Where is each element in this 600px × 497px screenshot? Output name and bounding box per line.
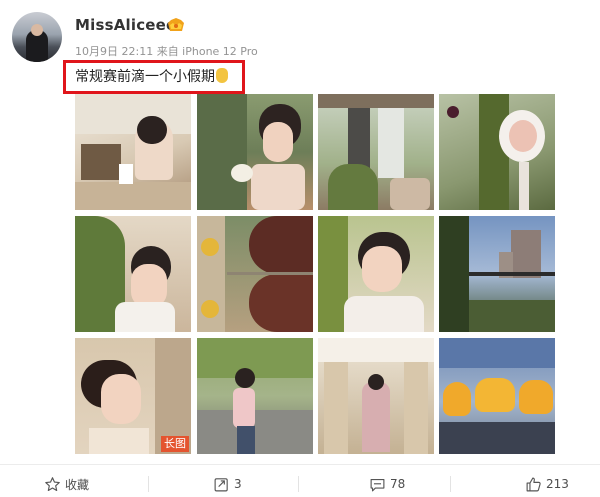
like-button[interactable]: 213 <box>525 474 569 494</box>
victory-hand-emoji-icon <box>216 68 228 83</box>
favorite-label: 收藏 <box>65 477 90 492</box>
photo-9-long-image[interactable]: 长图 <box>75 338 191 454</box>
photo-8[interactable] <box>439 216 555 332</box>
action-separator <box>298 476 299 492</box>
photo-11[interactable] <box>318 338 434 454</box>
photo-6[interactable] <box>197 216 313 332</box>
action-separator <box>148 476 149 492</box>
post-text: 常规赛前滴一个小假期 <box>75 66 228 86</box>
photo-4[interactable] <box>439 94 555 210</box>
favorite-button[interactable]: 收藏 <box>44 474 89 494</box>
avatar[interactable] <box>12 12 62 62</box>
star-icon <box>45 476 60 491</box>
post-meta: 10月9日 22:11 来自 iPhone 12 Pro <box>75 45 258 58</box>
comment-icon <box>370 478 385 491</box>
photo-2[interactable] <box>197 94 313 210</box>
comment-count: 78 <box>390 477 406 491</box>
photo-7[interactable] <box>318 216 434 332</box>
long-image-badge: 长图 <box>161 436 189 452</box>
photo-10[interactable] <box>197 338 313 454</box>
action-bar-divider <box>0 464 600 465</box>
photo-1[interactable] <box>75 94 191 210</box>
repost-icon <box>214 477 228 491</box>
image-grid: 长图 <box>75 94 557 456</box>
comment-button[interactable]: 78 <box>369 474 405 494</box>
photo-3[interactable] <box>318 94 434 210</box>
like-count: 213 <box>546 477 569 491</box>
username[interactable]: MissAliceee <box>75 16 176 34</box>
photo-5[interactable] <box>75 216 191 332</box>
repost-button[interactable]: 3 <box>213 474 242 494</box>
thumbs-up-icon <box>526 477 541 491</box>
vip-badge-icon <box>168 18 184 31</box>
repost-count: 3 <box>234 477 242 491</box>
photo-12[interactable] <box>439 338 555 454</box>
action-separator <box>450 476 451 492</box>
